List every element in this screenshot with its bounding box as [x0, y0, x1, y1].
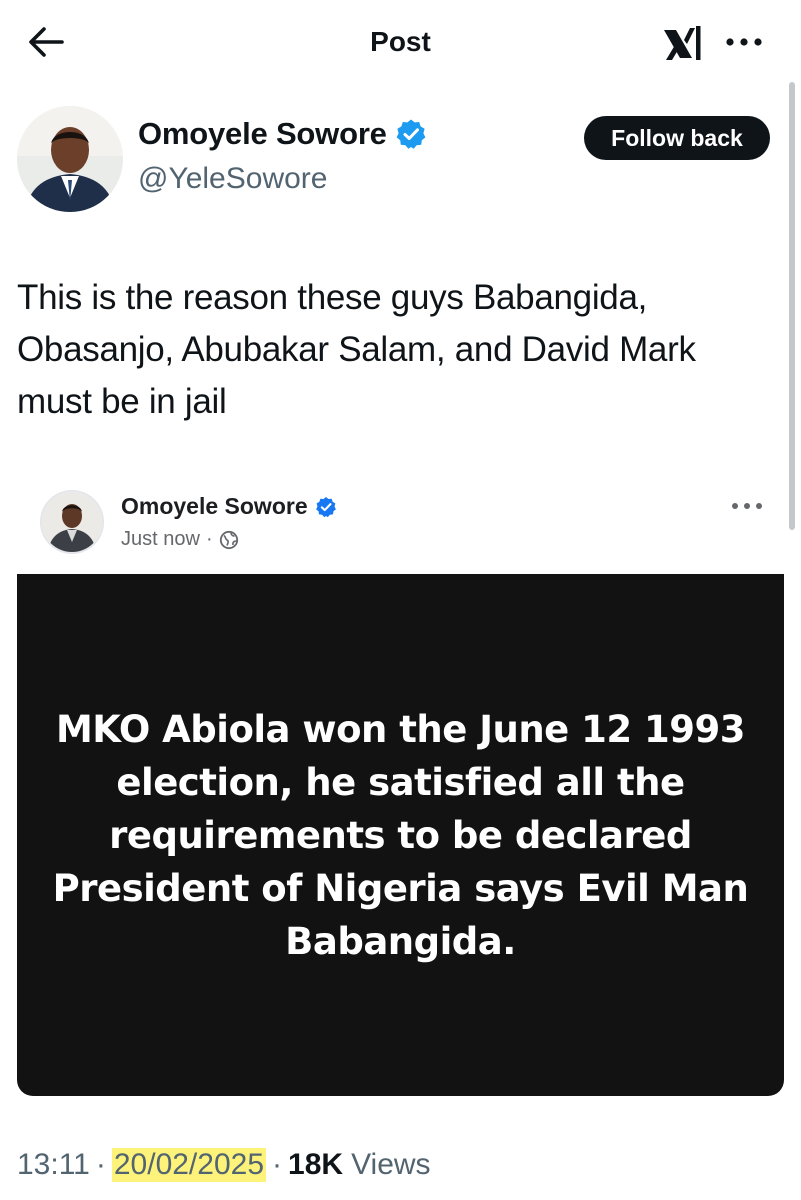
author-name[interactable]: Omoyele Sowore	[138, 116, 387, 152]
post-metadata: 13:11 · 20/02/2025 · 18K Views	[17, 1148, 431, 1182]
author-avatar[interactable]	[17, 106, 123, 212]
embedded-author-avatar	[40, 490, 104, 554]
embedded-name-row: Omoyele Sowore	[121, 493, 337, 520]
post-time[interactable]: 13:11	[17, 1148, 90, 1182]
author-name-row: Omoyele Sowore	[138, 116, 427, 152]
meta-separator: ·	[95, 1148, 106, 1181]
verified-badge-icon	[396, 119, 426, 149]
meta-separator: ·	[272, 1148, 283, 1181]
image-caption-text: MKO Abiola won the June 12 1993 election…	[52, 707, 749, 963]
embedded-author-name: Omoyele Sowore	[121, 493, 308, 519]
more-options-icon[interactable]	[722, 30, 766, 54]
follow-back-button[interactable]: Follow back	[584, 116, 770, 160]
embedded-verified-badge-icon	[315, 496, 336, 517]
post-date[interactable]: 20/02/2025	[111, 1148, 267, 1182]
meta-separator: ·	[205, 528, 213, 550]
grok-icon[interactable]	[660, 24, 704, 64]
tweet-text: This is the reason these guys Babangida,…	[17, 278, 696, 421]
embedded-post-meta: Just now ·	[121, 528, 239, 551]
scrollbar[interactable]	[789, 82, 795, 530]
views-label: Views	[351, 1148, 431, 1181]
embedded-more-icon	[728, 498, 766, 514]
embedded-post-time: Just now	[121, 528, 200, 550]
globe-icon	[219, 530, 238, 549]
post-image[interactable]: MKO Abiola won the June 12 1993 election…	[17, 574, 784, 1096]
post-header: Post	[0, 0, 801, 86]
views-count: 18K	[288, 1148, 344, 1181]
author-handle[interactable]: @YeleSowore	[138, 162, 327, 196]
